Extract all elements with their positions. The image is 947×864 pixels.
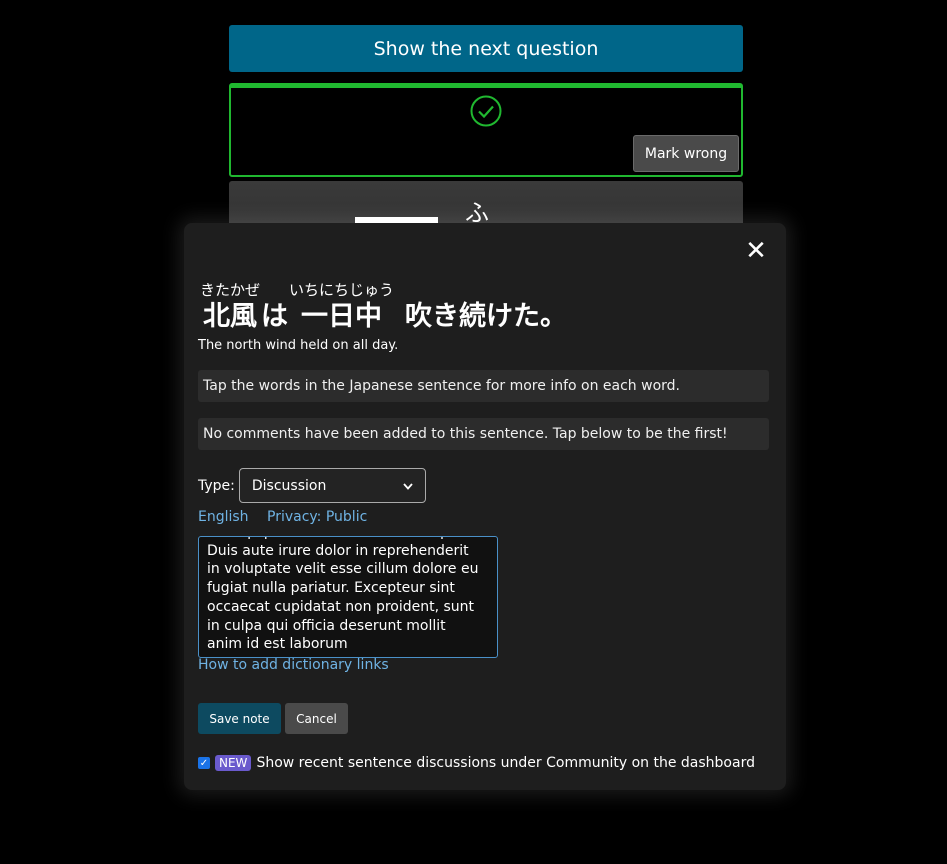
language-link[interactable]: English [198, 509, 249, 525]
note-text: ut aliquip ex ea commodo consequat. Duis… [207, 537, 479, 653]
word-text: 一日中 [301, 301, 383, 332]
new-badge: NEW [215, 755, 252, 771]
tap-hint: Tap the words in the Japanese sentence f… [198, 370, 769, 402]
result-card: Mark wrong [229, 83, 743, 177]
note-options: English Privacy: Public [198, 509, 381, 525]
privacy-link[interactable]: Privacy: Public [267, 509, 367, 525]
type-select[interactable]: Discussion [238, 468, 426, 503]
word-reading: きたかぜ [200, 281, 261, 299]
sentence-translation: The north wind held on all day. [198, 338, 399, 353]
note-textarea[interactable]: ut aliquip ex ea commodo consequat. Duis… [198, 536, 498, 658]
sentence-modal: ✕ きたかぜ 北風 は いちにちじゅう 一日中 吹き続けた。 The north… [184, 223, 786, 790]
dictionary-links-help[interactable]: How to add dictionary links [198, 657, 389, 673]
word-text: 北風 [203, 301, 257, 332]
word-text: は [261, 301, 289, 332]
dashboard-checkbox[interactable]: ✓ [198, 757, 210, 769]
dashboard-option-label: Show recent sentence discussions under C… [256, 755, 755, 771]
sentence-word[interactable]: きたかぜ 北風 [200, 281, 260, 334]
show-next-question-button[interactable]: Show the next question [229, 25, 743, 72]
sentence-word[interactable]: 吹き続けた。 [405, 281, 567, 334]
word-reading: いちにちじゅう [289, 281, 395, 299]
sentence-word[interactable]: いちにちじゅう 一日中 [289, 281, 394, 334]
mark-wrong-button[interactable]: Mark wrong [633, 135, 739, 172]
cancel-button[interactable]: Cancel [285, 703, 348, 734]
save-note-button[interactable]: Save note [198, 703, 281, 734]
dashboard-option: ✓ NEW Show recent sentence discussions u… [198, 755, 755, 771]
close-icon[interactable]: ✕ [744, 237, 768, 265]
type-row: Type: Discussion [198, 468, 426, 503]
type-selected-value: Discussion [251, 477, 327, 494]
type-label: Type: [198, 477, 235, 494]
japanese-sentence: きたかぜ 北風 は いちにちじゅう 一日中 吹き続けた。 [200, 281, 568, 334]
chevron-down-icon [403, 478, 413, 494]
word-text: 吹き続けた。 [405, 301, 568, 332]
check-circle-icon [470, 95, 502, 131]
sentence-word[interactable]: は [261, 281, 288, 334]
comments-status: No comments have been added to this sent… [198, 418, 769, 450]
